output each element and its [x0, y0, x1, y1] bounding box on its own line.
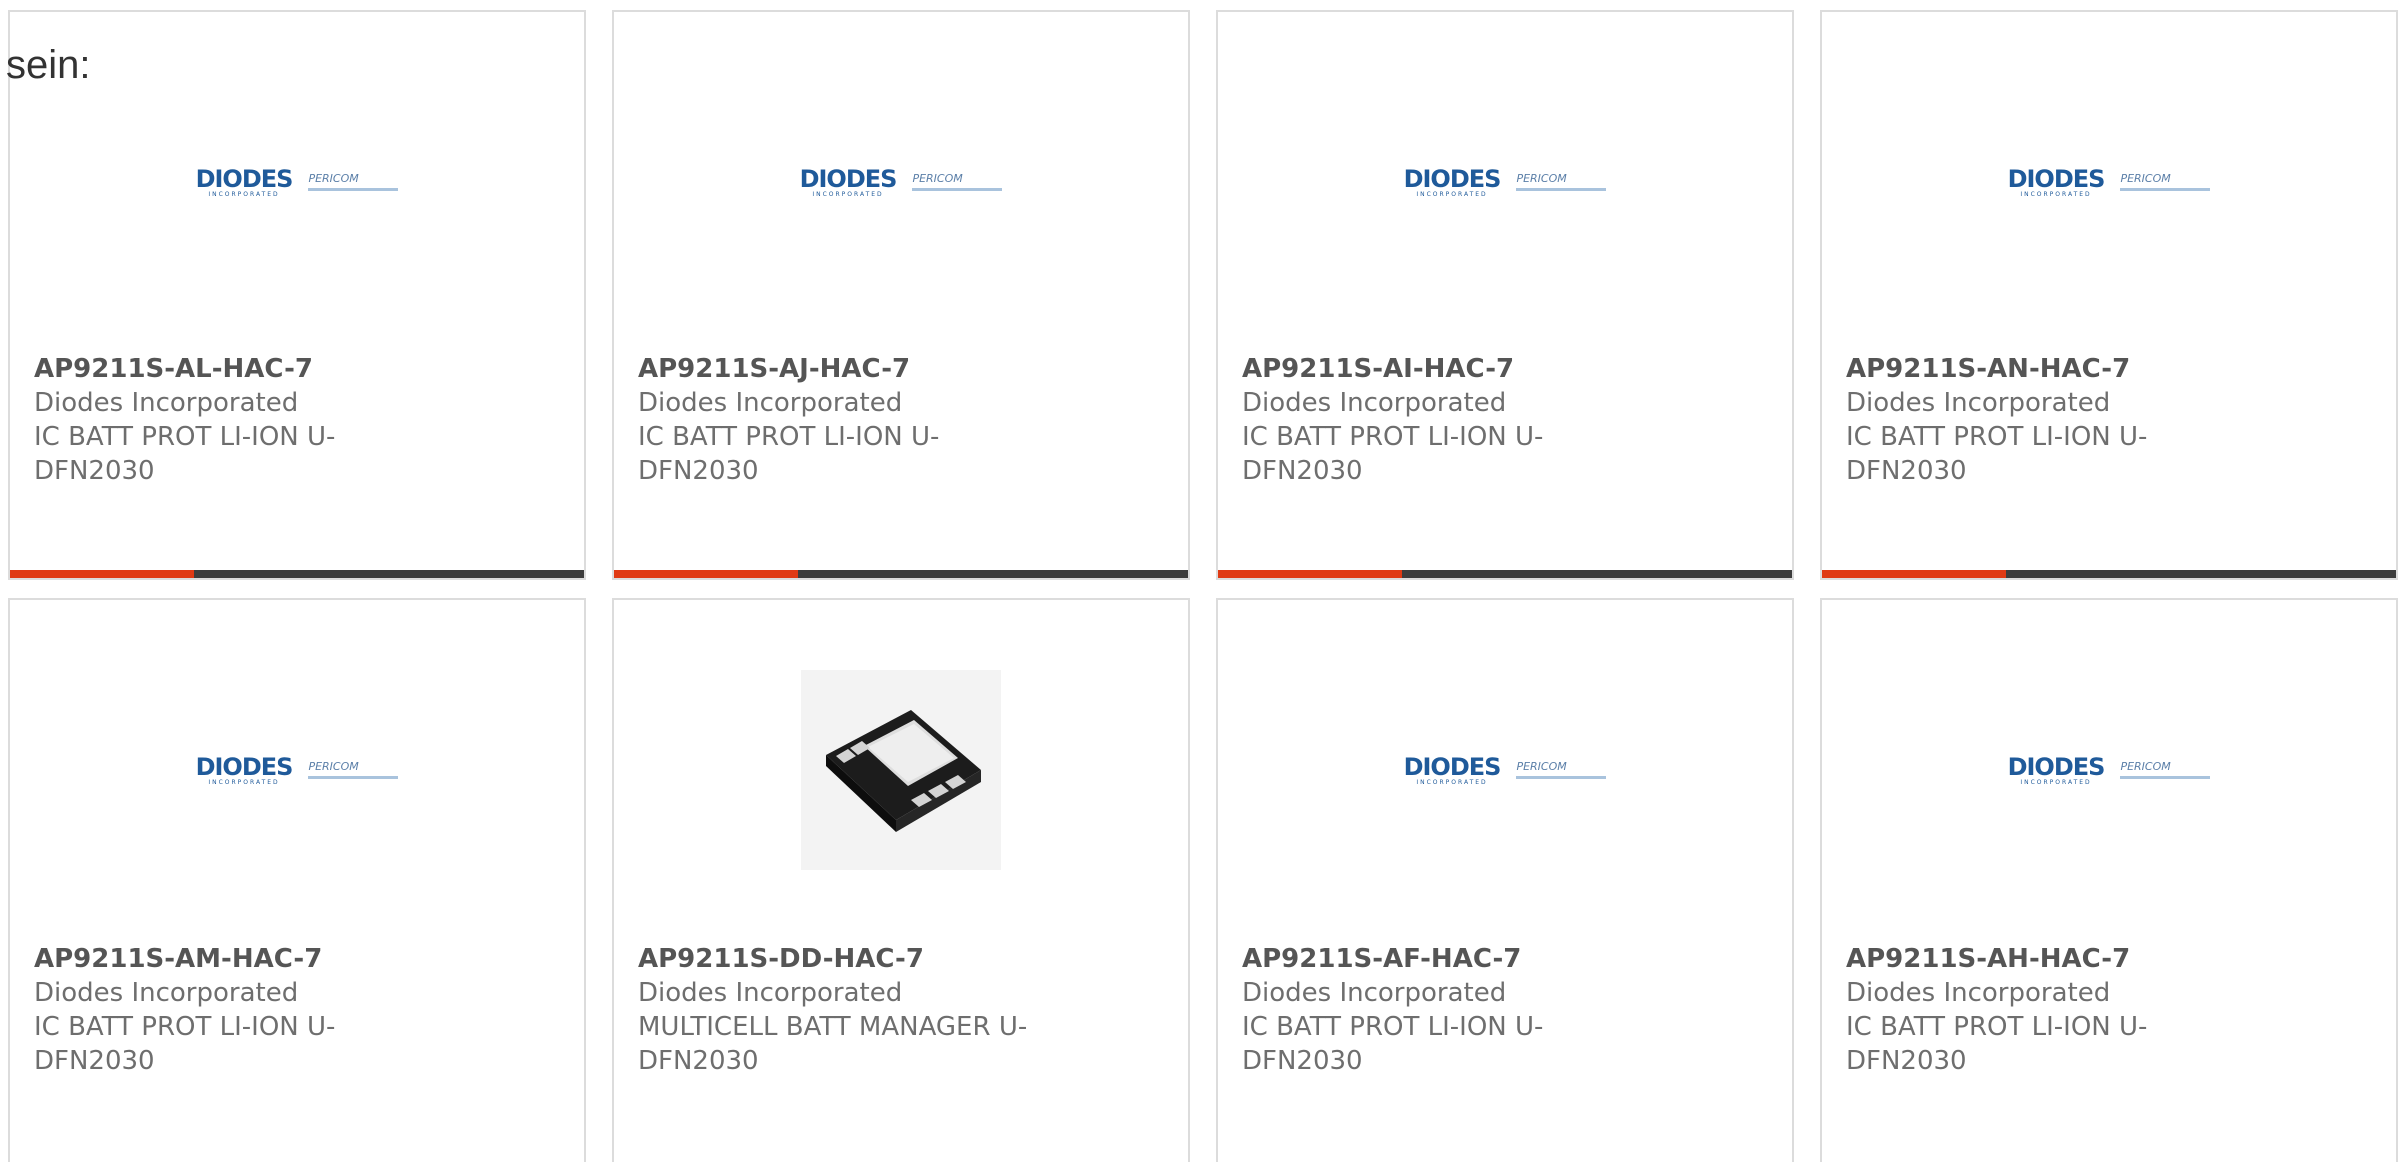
- manufacturer-name: Diodes Incorporated: [34, 388, 299, 418]
- progress-bar-fill: [10, 570, 194, 578]
- diodes-pericom-logo: DIODES INCORPORATED PERICOM: [1404, 755, 1607, 786]
- logo-diodes-subtext: INCORPORATED: [208, 190, 280, 198]
- progress-bar-fill: [1218, 570, 1402, 578]
- chip-package-icon: [826, 710, 981, 832]
- diodes-pericom-logo: DIODES INCORPORATED PERICOM: [2008, 755, 2211, 786]
- logo-pericom-bar: [912, 188, 1003, 191]
- product-card[interactable]: DIODES INCORPORATED PERICOM AP9211S-AI-H…: [1216, 10, 1794, 580]
- part-info: AP9211S-AM-HAC-7 Diodes Incorporated IC …: [34, 942, 454, 1078]
- product-image[interactable]: DIODES INCORPORATED PERICOM: [1404, 670, 1607, 870]
- part-info: AP9211S-AF-HAC-7 Diodes Incorporated IC …: [1242, 942, 1662, 1078]
- logo-diodes-text: DIODES: [1403, 164, 1502, 193]
- part-description: IC BATT PROT LI-ION U-DFN2030: [1846, 1012, 2148, 1076]
- product-image[interactable]: DIODES INCORPORATED PERICOM: [196, 82, 399, 282]
- progress-bar: [1218, 570, 1792, 578]
- diodes-pericom-logo: DIODES INCORPORATED PERICOM: [196, 167, 399, 198]
- part-number-link[interactable]: AP9211S-AL-HAC-7: [34, 352, 454, 386]
- logo-diodes-subtext: INCORPORATED: [1416, 190, 1488, 198]
- logo-diodes-text: DIODES: [195, 752, 294, 781]
- part-number-link[interactable]: AP9211S-AH-HAC-7: [1846, 942, 2266, 976]
- logo-pericom-bar: [2120, 776, 2211, 779]
- logo-pericom-text: PERICOM: [2120, 172, 2171, 185]
- product-card[interactable]: DIODES INCORPORATED PERICOM AP9211S-AH-H…: [1820, 598, 2398, 1162]
- product-card[interactable]: DIODES INCORPORATED PERICOM AP9211S-AL-H…: [8, 10, 586, 580]
- logo-diodes-text: DIODES: [2007, 164, 2106, 193]
- part-description: IC BATT PROT LI-ION U-DFN2030: [1242, 422, 1544, 486]
- logo-pericom-bar: [2120, 188, 2211, 191]
- logo-pericom-bar: [308, 776, 399, 779]
- logo-pericom-text: PERICOM: [308, 172, 359, 185]
- diodes-pericom-logo: DIODES INCORPORATED PERICOM: [1404, 167, 1607, 198]
- progress-bar-fill: [1822, 570, 2006, 578]
- product-image[interactable]: DIODES INCORPORATED PERICOM: [2008, 670, 2211, 870]
- part-info: AP9211S-DD-HAC-7 Diodes Incorporated MUL…: [638, 942, 1058, 1078]
- logo-diodes-subtext: INCORPORATED: [812, 190, 884, 198]
- progress-bar: [10, 570, 584, 578]
- page: sein: DIODES INCORPORATED PERICOM AP9211…: [0, 0, 2400, 1162]
- manufacturer-name: Diodes Incorporated: [1242, 978, 1507, 1008]
- product-image[interactable]: DIODES INCORPORATED PERICOM: [2008, 82, 2211, 282]
- product-image[interactable]: [801, 670, 1001, 870]
- part-number-link[interactable]: AP9211S-AM-HAC-7: [34, 942, 454, 976]
- part-info: AP9211S-AL-HAC-7 Diodes Incorporated IC …: [34, 352, 454, 488]
- part-description: IC BATT PROT LI-ION U-DFN2030: [1242, 1012, 1544, 1076]
- logo-diodes-text: DIODES: [1403, 752, 1502, 781]
- manufacturer-name: Diodes Incorporated: [1242, 388, 1507, 418]
- product-card[interactable]: DIODES INCORPORATED PERICOM AP9211S-AJ-H…: [612, 10, 1190, 580]
- part-info: AP9211S-AN-HAC-7 Diodes Incorporated IC …: [1846, 352, 2266, 488]
- manufacturer-name: Diodes Incorporated: [638, 978, 903, 1008]
- logo-diodes-text: DIODES: [2007, 752, 2106, 781]
- part-number-link[interactable]: AP9211S-AJ-HAC-7: [638, 352, 1058, 386]
- logo-pericom-text: PERICOM: [2120, 760, 2171, 773]
- product-card[interactable]: DIODES INCORPORATED PERICOM AP9211S-AM-H…: [8, 598, 586, 1162]
- logo-pericom-bar: [308, 188, 399, 191]
- progress-bar: [1822, 570, 2396, 578]
- product-card[interactable]: DIODES INCORPORATED PERICOM AP9211S-AN-H…: [1820, 10, 2398, 580]
- logo-diodes-subtext: INCORPORATED: [208, 778, 280, 786]
- diodes-pericom-logo: DIODES INCORPORATED PERICOM: [2008, 167, 2211, 198]
- part-description: IC BATT PROT LI-ION U-DFN2030: [34, 422, 336, 486]
- manufacturer-name: Diodes Incorporated: [1846, 388, 2111, 418]
- logo-pericom-text: PERICOM: [1516, 760, 1567, 773]
- progress-bar-fill: [614, 570, 798, 578]
- diodes-pericom-logo: DIODES INCORPORATED PERICOM: [800, 167, 1003, 198]
- part-number-link[interactable]: AP9211S-DD-HAC-7: [638, 942, 1058, 976]
- part-number-link[interactable]: AP9211S-AN-HAC-7: [1846, 352, 2266, 386]
- manufacturer-name: Diodes Incorporated: [638, 388, 903, 418]
- part-info: AP9211S-AJ-HAC-7 Diodes Incorporated IC …: [638, 352, 1058, 488]
- logo-diodes-subtext: INCORPORATED: [2020, 778, 2092, 786]
- product-image[interactable]: DIODES INCORPORATED PERICOM: [800, 82, 1003, 282]
- product-image[interactable]: DIODES INCORPORATED PERICOM: [1404, 82, 1607, 282]
- logo-diodes-subtext: INCORPORATED: [2020, 190, 2092, 198]
- logo-pericom-bar: [1516, 776, 1607, 779]
- logo-pericom-text: PERICOM: [912, 172, 963, 185]
- part-info: AP9211S-AI-HAC-7 Diodes Incorporated IC …: [1242, 352, 1662, 488]
- part-description: MULTICELL BATT MANAGER U-DFN2030: [638, 1012, 1028, 1076]
- manufacturer-name: Diodes Incorporated: [1846, 978, 2111, 1008]
- product-card[interactable]: DIODES INCORPORATED PERICOM AP9211S-AF-H…: [1216, 598, 1794, 1162]
- diodes-pericom-logo: DIODES INCORPORATED PERICOM: [196, 755, 399, 786]
- logo-pericom-bar: [1516, 188, 1607, 191]
- manufacturer-name: Diodes Incorporated: [34, 978, 299, 1008]
- progress-bar: [614, 570, 1188, 578]
- dfn-chip-package-image: [801, 670, 1001, 870]
- part-description: IC BATT PROT LI-ION U-DFN2030: [638, 422, 940, 486]
- logo-diodes-text: DIODES: [799, 164, 898, 193]
- product-grid: DIODES INCORPORATED PERICOM AP9211S-AL-H…: [8, 10, 2400, 1162]
- product-image[interactable]: DIODES INCORPORATED PERICOM: [196, 670, 399, 870]
- logo-pericom-text: PERICOM: [1516, 172, 1567, 185]
- part-number-link[interactable]: AP9211S-AI-HAC-7: [1242, 352, 1662, 386]
- logo-diodes-text: DIODES: [195, 164, 294, 193]
- product-card[interactable]: AP9211S-DD-HAC-7 Diodes Incorporated MUL…: [612, 598, 1190, 1162]
- logo-pericom-text: PERICOM: [308, 760, 359, 773]
- part-info: AP9211S-AH-HAC-7 Diodes Incorporated IC …: [1846, 942, 2266, 1078]
- intro-text: sein:: [6, 43, 91, 87]
- part-number-link[interactable]: AP9211S-AF-HAC-7: [1242, 942, 1662, 976]
- logo-diodes-subtext: INCORPORATED: [1416, 778, 1488, 786]
- part-description: IC BATT PROT LI-ION U-DFN2030: [1846, 422, 2148, 486]
- part-description: IC BATT PROT LI-ION U-DFN2030: [34, 1012, 336, 1076]
